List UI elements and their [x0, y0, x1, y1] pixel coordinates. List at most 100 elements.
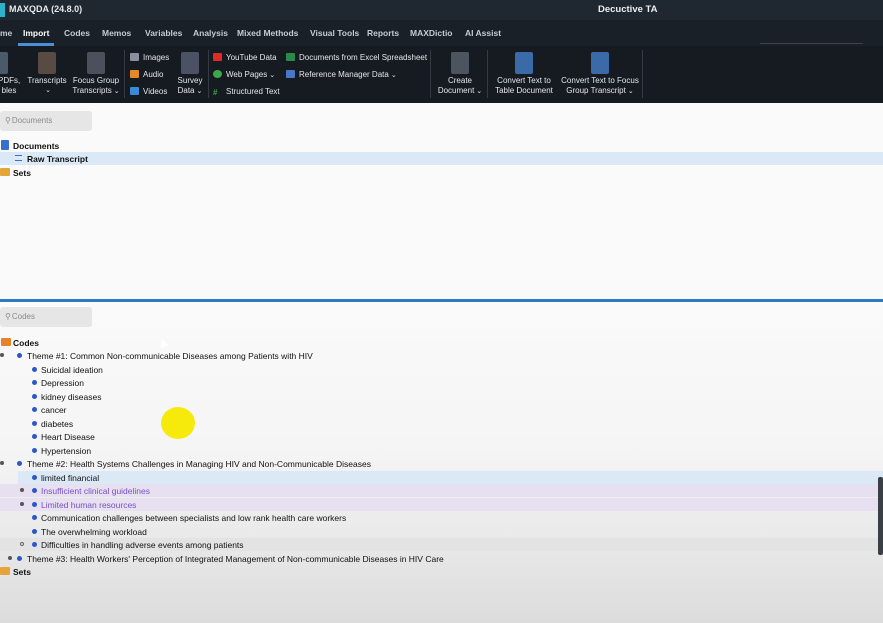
codes-search-input[interactable]: ⚲Codes — [0, 307, 92, 327]
code-item-label: cancer — [41, 405, 67, 415]
code-item[interactable]: diabetes — [0, 417, 883, 430]
import-focus-group-button[interactable]: Focus Group Transcripts ⌄ — [70, 52, 122, 97]
menu-bar: me Import Codes Memos Variables Analysis… — [0, 20, 883, 46]
code-item[interactable]: Heart Disease — [0, 430, 883, 443]
import-survey-data-button[interactable]: Survey Data ⌄ — [175, 52, 205, 97]
chevron-down-icon: ⌄ — [390, 72, 397, 79]
expand-toggle-icon[interactable] — [20, 542, 24, 546]
chevron-down-icon: ⌄ — [476, 88, 483, 95]
import-pdfs-button[interactable]: PDFs, bles — [0, 52, 20, 96]
create-document-button[interactable]: Create Document ⌄ — [434, 52, 486, 97]
cursor-highlight — [161, 407, 195, 439]
import-pdfs-label: PDFs, — [0, 76, 21, 85]
convert-table-icon — [515, 52, 533, 74]
youtube-label: YouTube Data — [226, 53, 277, 62]
document-sets[interactable]: Sets — [0, 166, 883, 179]
menu-analysis[interactable]: Analysis — [193, 28, 228, 38]
app-icon — [0, 3, 5, 17]
import-structured-text-button[interactable]: # Structured Text — [213, 87, 280, 97]
convert-table-label: Convert Text to — [497, 76, 551, 85]
code-item[interactable]: Difficulties in handling adverse events … — [0, 538, 883, 551]
code-theme-2[interactable]: Theme #2: Health Systems Challenges in M… — [0, 457, 883, 470]
code-item[interactable]: The overwhelming workload — [0, 525, 883, 538]
code-item-label: kidney diseases — [41, 392, 102, 402]
expand-toggle-icon[interactable] — [20, 488, 24, 492]
import-videos-button[interactable]: Videos — [130, 87, 167, 96]
import-pdfs-label-2: bles — [1, 86, 17, 95]
code-item-label: diabetes — [41, 419, 74, 429]
code-theme-label: Theme #1: Common Non-communicable Diseas… — [27, 351, 313, 361]
import-youtube-button[interactable]: YouTube Data — [213, 53, 277, 62]
convert-focus-label-2: Group Transcript — [566, 86, 626, 95]
code-item-label: Communication challenges between special… — [41, 513, 347, 523]
ribbon-divider — [124, 50, 125, 98]
code-item[interactable]: Communication challenges between special… — [0, 511, 883, 524]
code-item[interactable]: kidney diseases — [0, 390, 883, 403]
chevron-down-icon: ⌄ — [113, 88, 120, 95]
code-item[interactable]: Insufficient clinical guidelines — [0, 484, 883, 497]
expand-toggle-icon[interactable] — [8, 556, 12, 560]
survey-label-2: Data — [177, 86, 195, 95]
codes-root[interactable]: Codes — [0, 336, 883, 349]
code-item[interactable]: Hypertension — [0, 444, 883, 457]
convert-to-table-button[interactable]: Convert Text to Table Document — [490, 52, 558, 96]
code-item[interactable]: Suicidal ideation — [0, 363, 883, 376]
import-reference-manager-button[interactable]: Reference Manager Data ⌄ — [286, 70, 397, 79]
menu-home[interactable]: me — [0, 28, 12, 38]
menu-import[interactable]: Import — [23, 28, 49, 38]
menu-codes[interactable]: Codes — [64, 28, 90, 38]
audio-icon — [130, 70, 139, 78]
code-item[interactable]: cancer — [0, 403, 883, 416]
code-item-label: Difficulties in handling adverse events … — [41, 540, 244, 550]
menu-ai-assist[interactable]: AI Assist — [465, 28, 501, 38]
code-dot-icon — [32, 529, 37, 534]
reference-icon — [286, 70, 295, 78]
documents-root[interactable]: Documents — [0, 139, 883, 152]
create-document-icon — [451, 52, 469, 74]
folder-icon — [0, 168, 10, 176]
codes-search-placeholder: Codes — [11, 312, 35, 321]
import-audio-button[interactable]: Audio — [130, 70, 163, 79]
import-images-button[interactable]: Images — [130, 53, 169, 62]
search-icon: ⚲ — [5, 312, 11, 321]
menu-reports[interactable]: Reports — [367, 28, 399, 38]
code-system-scrollbar[interactable] — [878, 477, 883, 555]
convert-to-focus-group-button[interactable]: Convert Text to Focus Group Transcript ⌄ — [558, 52, 642, 97]
code-item[interactable]: limited financial — [18, 471, 883, 484]
documents-search-input[interactable]: ⚲Documents — [0, 111, 92, 131]
menu-visual-tools[interactable]: Visual Tools — [310, 28, 359, 38]
code-theme-1[interactable]: Theme #1: Common Non-communicable Diseas… — [0, 349, 883, 362]
code-dot-icon — [32, 407, 37, 412]
import-ribbon: PDFs, bles Transcripts ⌄ Focus Group Tra… — [0, 46, 883, 103]
chevron-down-icon: ⌄ — [196, 88, 203, 95]
code-item[interactable]: Limited human resources — [0, 498, 883, 511]
code-item[interactable]: Depression — [0, 376, 883, 389]
import-web-pages-button[interactable]: Web Pages ⌄ — [213, 70, 275, 79]
menu-memos[interactable]: Memos — [102, 28, 131, 38]
code-sets-label: Sets — [13, 567, 31, 577]
video-icon — [130, 87, 139, 95]
code-item-label: The overwhelming workload — [41, 527, 147, 537]
web-pages-label: Web Pages — [226, 70, 268, 79]
code-theme-3[interactable]: Theme #3: Health Workers' Perception of … — [0, 552, 883, 565]
transcripts-icon — [38, 52, 56, 74]
code-item-label: Heart Disease — [41, 432, 95, 442]
focus-group-label-2: Transcripts — [72, 86, 112, 95]
expand-toggle-icon[interactable] — [0, 461, 4, 465]
code-sets[interactable]: Sets — [0, 565, 883, 578]
expand-toggle-icon[interactable] — [0, 353, 4, 357]
images-label: Images — [143, 53, 170, 62]
folder-icon — [0, 567, 10, 575]
menu-mixed-methods[interactable]: Mixed Methods — [237, 28, 298, 38]
import-transcripts-button[interactable]: Transcripts ⌄ — [26, 52, 68, 96]
code-dot-icon — [32, 488, 37, 493]
menu-maxdictio[interactable]: MAXDictio — [410, 28, 453, 38]
menu-variables[interactable]: Variables — [145, 28, 182, 38]
search-icon: ⚲ — [5, 116, 11, 125]
code-dot-icon — [32, 515, 37, 520]
expand-toggle-icon[interactable] — [20, 502, 24, 506]
import-excel-button[interactable]: Documents from Excel Spreadsheet — [286, 53, 427, 62]
convert-table-label-2: Table Document — [495, 86, 553, 95]
document-item[interactable]: Raw Transcript — [0, 152, 883, 165]
title-bar: MAXQDA (24.8.0) Decuctive TA — [0, 0, 883, 20]
